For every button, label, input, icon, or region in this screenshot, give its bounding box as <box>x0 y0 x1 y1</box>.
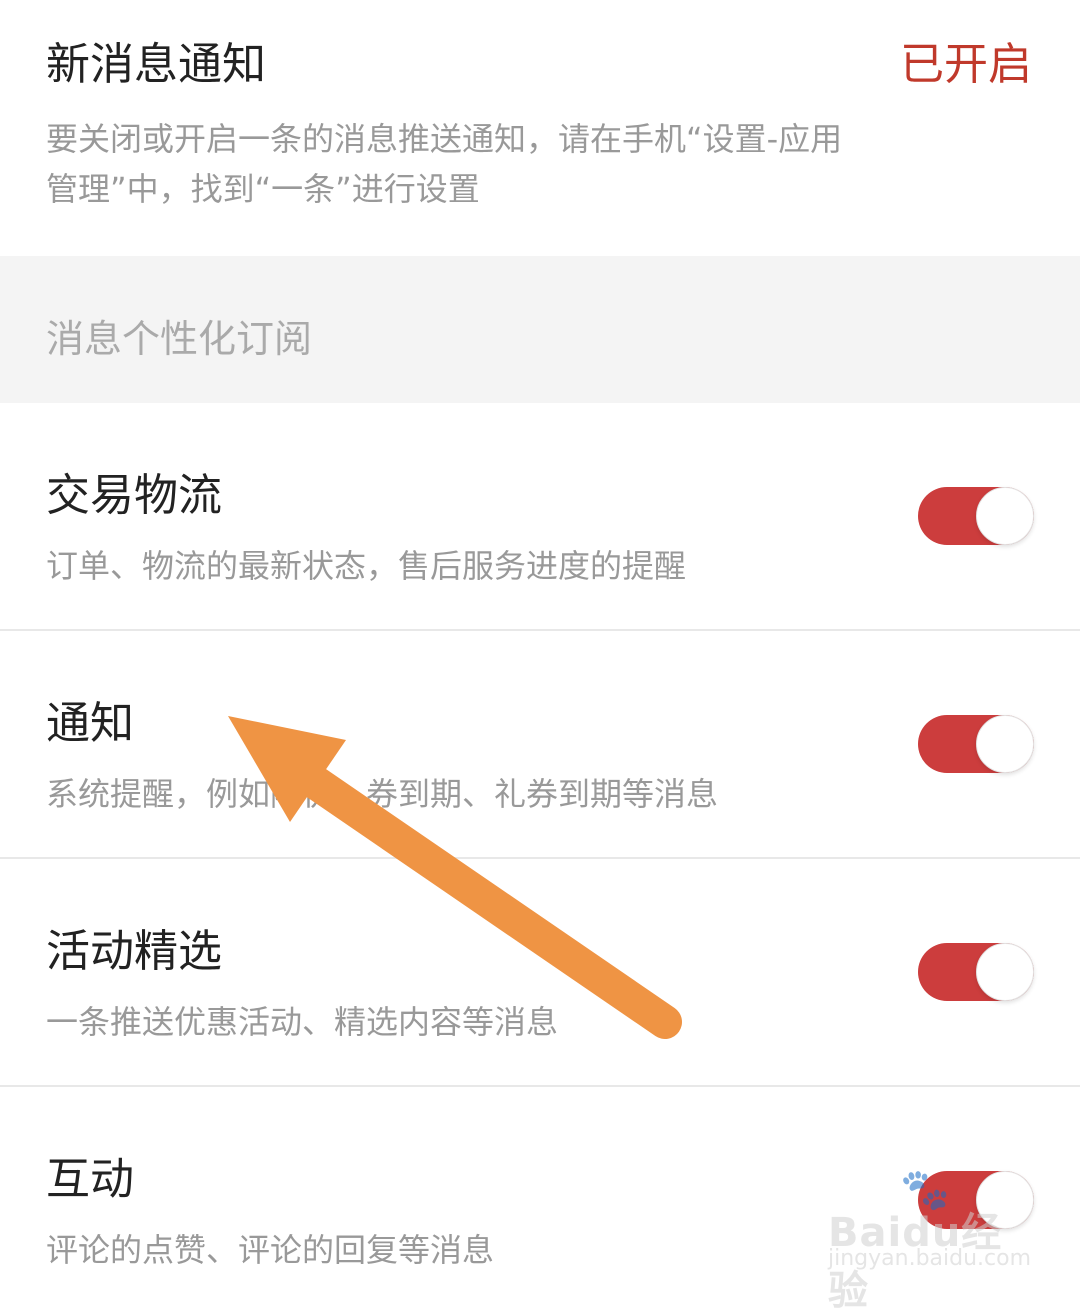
featured-activities-toggle[interactable] <box>918 943 1034 1001</box>
toggle-thumb <box>976 943 1034 1001</box>
transaction-logistics-toggle[interactable] <box>918 487 1034 545</box>
item-description: 一条推送优惠活动、精选内容等消息 <box>46 1003 559 1041</box>
toggle-thumb <box>976 487 1034 545</box>
subscription-item-notification: 通知 系统提醒，例如降价、券到期、礼券到期等消息 <box>0 631 1080 859</box>
subscription-item-transaction-logistics: 交易物流 订单、物流的最新状态，售后服务进度的提醒 <box>0 403 1080 631</box>
new-message-notification-section: 新消息通知 已开启 要关闭或开启一条的消息推送通知，请在手机“设置-应用管理”中… <box>0 0 1080 256</box>
item-title: 交易物流 <box>46 470 222 521</box>
notification-status[interactable]: 已开启 <box>900 28 1032 92</box>
subscription-header-label: 消息个性化订阅 <box>46 317 313 361</box>
toggle-thumb <box>976 715 1034 773</box>
notification-title: 新消息通知 <box>46 39 266 90</box>
subscription-section-header: 消息个性化订阅 <box>0 256 1080 403</box>
item-title: 互动 <box>46 1154 134 1205</box>
baidu-jingyan-watermark: 🐾 Baidu经验 jingyan.baidu.com <box>828 1166 1032 1314</box>
item-description: 订单、物流的最新状态，售后服务进度的提醒 <box>46 547 687 585</box>
item-description: 评论的点赞、评论的回复等消息 <box>46 1231 495 1269</box>
notification-toggle[interactable] <box>918 715 1034 773</box>
item-title: 活动精选 <box>46 926 222 977</box>
item-title: 通知 <box>46 698 134 749</box>
subscription-item-featured-activities: 活动精选 一条推送优惠活动、精选内容等消息 <box>0 859 1080 1087</box>
notification-description: 要关闭或开启一条的消息推送通知，请在手机“设置-应用管理”中，找到“一条”进行设… <box>46 120 843 208</box>
watermark-url: jingyan.baidu.com <box>828 1246 1032 1271</box>
item-description: 系统提醒，例如降价、券到期、礼券到期等消息 <box>46 775 719 813</box>
